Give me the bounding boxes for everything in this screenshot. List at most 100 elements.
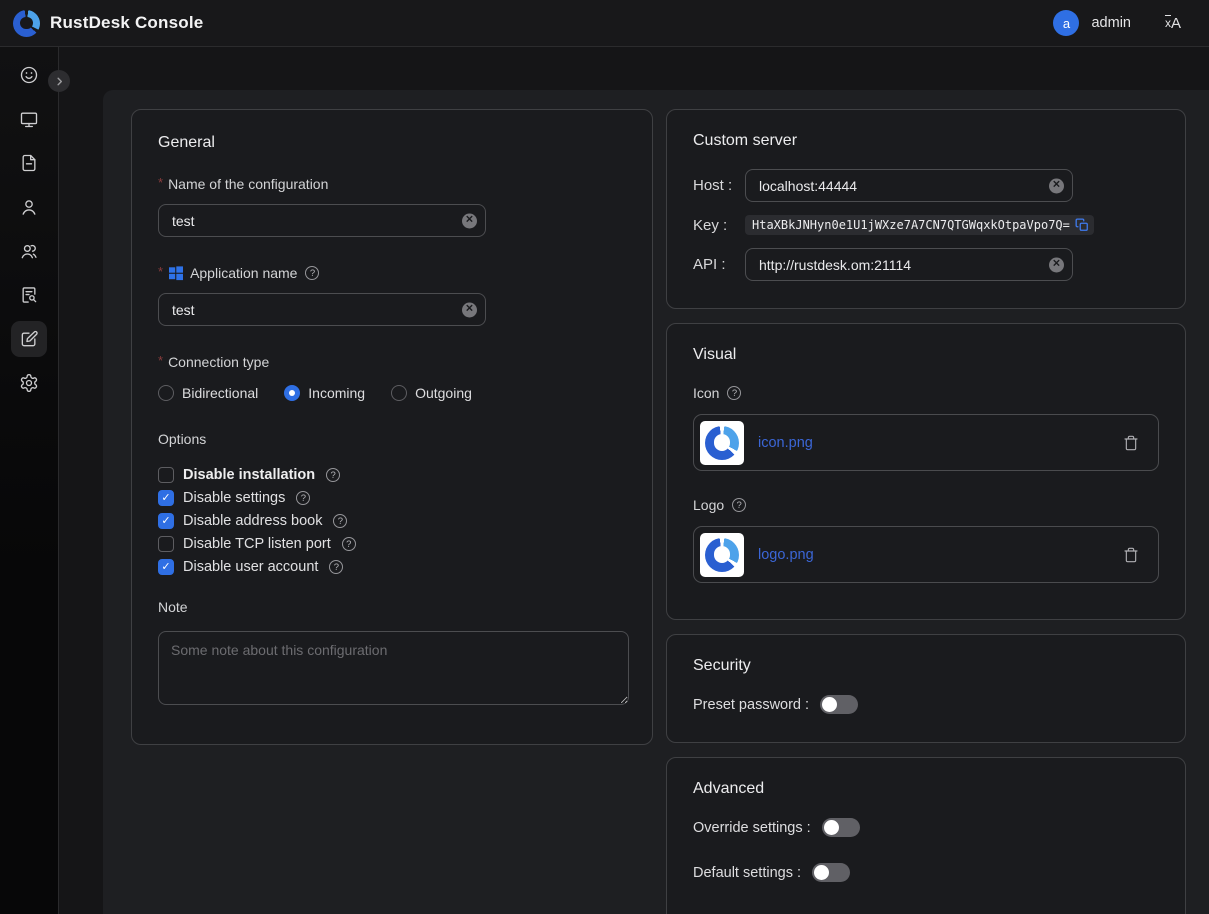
sidebar-item-audit[interactable] [11,277,47,313]
monitor-icon [19,109,39,129]
icon-label-text: Icon [693,385,719,401]
radio-bidirectional[interactable]: Bidirectional [158,385,258,401]
users-icon [19,241,39,261]
app-name-label: * Application name ? [158,265,626,281]
sidebar-item-users[interactable] [11,189,47,225]
logo-file-link[interactable]: logo.png [758,547,814,563]
visual-card: Visual Icon ? icon.png Logo ? [666,323,1186,620]
check-glyph: ✓ [161,516,170,527]
windows-logo-icon [168,265,184,281]
option-label: Disable user account [183,559,318,575]
help-icon[interactable]: ? [732,498,746,512]
custom-server-card: Custom server Host : ✕ Key : HtaXBkJNHyn… [666,109,1186,309]
sidebar-item-devices[interactable] [11,101,47,137]
copy-icon[interactable] [1075,218,1089,232]
preset-password-toggle[interactable] [820,695,858,714]
radio-dot [158,385,174,401]
translate-icon[interactable]: xA [1165,16,1181,31]
logo-thumbnail [700,533,744,577]
help-icon[interactable]: ? [329,560,343,574]
radio-label: Incoming [308,385,365,401]
content-columns: General * Name of the configuration ✕ * … [103,90,1209,914]
override-settings-toggle[interactable] [822,818,860,837]
checkbox[interactable]: ✓ [158,513,174,529]
name-input-wrap: ✕ [158,204,486,237]
required-asterisk: * [158,265,163,278]
help-icon[interactable]: ? [727,386,741,400]
sidebar [0,47,59,914]
security-card: Security Preset password : [666,634,1186,743]
default-settings-toggle[interactable] [812,863,850,882]
general-title: General [158,134,626,152]
required-asterisk: * [158,176,163,189]
help-icon[interactable]: ? [296,491,310,505]
connection-type-group: Bidirectional Incoming Outgoing [158,385,626,401]
radio-label: Bidirectional [182,385,258,401]
chevron-right-icon [54,76,65,87]
sidebar-item-groups[interactable] [11,233,47,269]
help-icon[interactable]: ? [333,514,347,528]
app-name-input[interactable] [158,293,486,326]
name-input[interactable] [158,204,486,237]
security-title: Security [693,657,1159,675]
options-label: Options [158,431,626,447]
sidebar-item-configurations[interactable] [11,321,47,357]
icon-file-link[interactable]: icon.png [758,435,813,451]
note-label-text: Note [158,599,188,615]
sidebar-item-documents[interactable] [11,145,47,181]
checkbox[interactable]: ✓ [158,536,174,552]
radio-outgoing[interactable]: Outgoing [391,385,472,401]
host-input[interactable] [745,169,1073,202]
option-label: Disable settings [183,490,285,506]
user-name[interactable]: admin [1091,15,1131,31]
right-column: Custom server Host : ✕ Key : HtaXBkJNHyn… [666,109,1186,914]
rustdesk-logo-icon [705,426,739,460]
clear-host-icon[interactable]: ✕ [1049,178,1064,193]
key-text: HtaXBkJNHyn0e1U1jWXze7A7CN7QTGWqxkOtpaVp… [752,218,1070,232]
user-avatar[interactable]: a [1053,10,1079,36]
option-disable-settings: ✓ Disable settings ? [158,490,626,506]
default-settings-row: Default settings : [693,863,1159,882]
delete-logo-file-button[interactable] [1123,547,1139,563]
delete-icon-file-button[interactable] [1123,435,1139,451]
rustdesk-logo-icon [13,10,40,37]
clear-name-icon[interactable]: ✕ [462,213,477,228]
clear-api-icon[interactable]: ✕ [1049,257,1064,272]
custom-server-title: Custom server [693,132,1159,150]
radio-dot [391,385,407,401]
gear-icon [19,373,39,393]
help-icon[interactable]: ? [342,537,356,551]
sidebar-item-settings[interactable] [11,365,47,401]
api-input[interactable] [745,248,1073,281]
trash-icon [1123,435,1139,451]
radio-incoming[interactable]: Incoming [284,385,365,401]
checkbox[interactable]: ✓ [158,467,174,483]
preset-password-row: Preset password : [693,695,1159,714]
server-key-value: HtaXBkJNHyn0e1U1jWXze7A7CN7QTGWqxkOtpaVp… [745,215,1094,235]
checkbox[interactable]: ✓ [158,559,174,575]
check-glyph: ✓ [161,562,170,573]
option-label: Disable TCP listen port [183,536,331,552]
logo-label: Logo ? [693,497,1159,513]
sidebar-collapse-button[interactable] [48,70,70,92]
option-disable-installation: ✓ Disable installation ? [158,467,626,483]
api-input-wrap: ✕ [745,248,1073,281]
help-icon[interactable]: ? [326,468,340,482]
note-textarea[interactable] [158,631,629,705]
app-name-label-text: Application name [190,265,297,281]
checkbox[interactable]: ✓ [158,490,174,506]
preset-password-label: Preset password : [693,697,809,713]
name-field-label-text: Name of the configuration [168,176,328,192]
app-title: RustDesk Console [50,13,203,33]
help-icon[interactable]: ? [305,266,319,280]
left-column: General * Name of the configuration ✕ * … [131,109,653,759]
override-settings-row: Override settings : [693,818,1159,837]
clear-app-name-icon[interactable]: ✕ [462,302,477,317]
host-label: Host : [693,177,745,194]
connection-type-label: * Connection type [158,354,626,370]
audit-log-icon [19,285,39,305]
check-glyph: ✓ [161,493,170,504]
key-label: Key : [693,217,745,234]
icon-upload-box: icon.png [693,414,1159,471]
sidebar-item-dashboard[interactable] [11,57,47,93]
